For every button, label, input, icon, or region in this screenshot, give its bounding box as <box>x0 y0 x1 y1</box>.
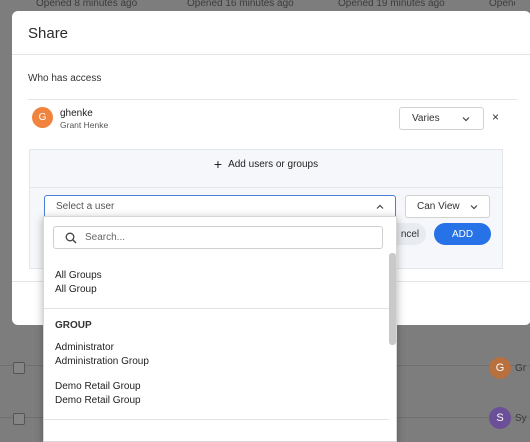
bg-avatar: S <box>489 407 511 429</box>
add-users-button[interactable]: + Add users or groups <box>30 156 502 172</box>
new-permission-select[interactable]: Can View <box>405 195 490 218</box>
list-item[interactable]: Administrator Administration Group <box>55 341 149 369</box>
chevron-down-icon <box>462 117 470 122</box>
add-users-label: Add users or groups <box>228 158 319 170</box>
list-item-name: All Groups <box>55 270 102 281</box>
remove-user-icon[interactable]: × <box>492 111 499 123</box>
divider <box>30 187 502 188</box>
user-dropdown-list: Search... All Groups All Group GROUP Adm… <box>43 216 397 442</box>
list-item-sub: Demo Retail Group <box>55 395 141 406</box>
list-item-sub: All Group <box>55 284 97 295</box>
search-input[interactable]: Search... <box>53 226 383 249</box>
who-has-access-label: Who has access <box>28 73 102 84</box>
bg-row-checkbox <box>13 362 25 374</box>
cancel-label: ncel <box>400 228 420 240</box>
user-full-name: Grant Henke <box>60 120 109 130</box>
add-button[interactable]: ADD <box>434 223 491 245</box>
chevron-down-icon <box>470 205 478 210</box>
bg-avatar: G <box>489 357 511 379</box>
divider <box>44 419 389 420</box>
list-item[interactable]: Demo Retail Group Demo Retail Group <box>55 380 141 408</box>
permission-select[interactable]: Varies <box>399 107 484 130</box>
plus-icon: + <box>213 156 223 172</box>
scrollbar[interactable] <box>389 253 396 345</box>
user-username: ghenke <box>60 108 93 119</box>
dialog-title: Share <box>28 25 69 42</box>
list-item-sub: Administration Group <box>55 356 149 367</box>
avatar: G <box>32 107 53 128</box>
search-placeholder: Search... <box>85 232 126 243</box>
chevron-up-icon <box>376 204 384 209</box>
search-icon <box>65 232 77 243</box>
bg-row-checkbox <box>13 413 25 425</box>
bg-side-item: G Gr <box>489 357 526 379</box>
new-permission-value: Can View <box>417 201 460 212</box>
group-header: GROUP <box>55 320 92 331</box>
user-select-placeholder: Select a user <box>56 201 115 212</box>
list-item-name: Administrator <box>55 342 114 353</box>
list-item-name: Demo Retail Group <box>55 381 141 392</box>
user-select[interactable]: Select a user <box>44 195 396 218</box>
access-user-row: G ghenke Grant Henke Varies × <box>32 107 512 147</box>
bg-side-item: S Sy <box>489 407 527 429</box>
divider <box>44 308 389 309</box>
list-item[interactable]: All Groups All Group <box>55 269 102 297</box>
divider <box>28 99 517 100</box>
divider <box>12 54 530 55</box>
permission-value: Varies <box>412 113 440 124</box>
